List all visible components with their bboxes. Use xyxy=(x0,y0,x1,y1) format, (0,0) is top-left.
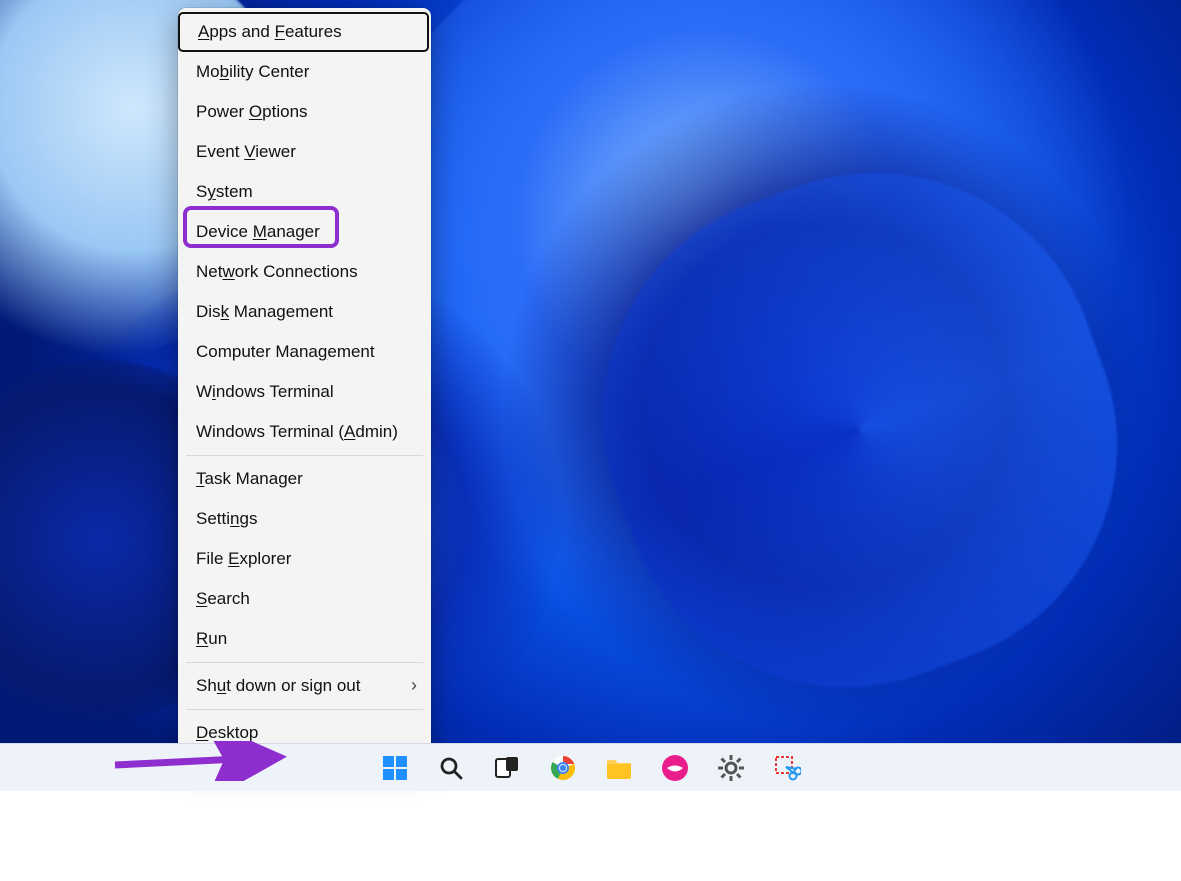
menu-item-apps-and-features[interactable]: Apps and Features xyxy=(178,12,429,52)
menu-separator xyxy=(186,662,423,663)
taskview-icon xyxy=(494,755,520,781)
menu-item-label: Windows Terminal xyxy=(196,382,334,402)
search-button[interactable] xyxy=(434,751,468,785)
menu-separator xyxy=(186,709,423,710)
menu-item-label: Desktop xyxy=(196,723,258,743)
search-icon xyxy=(438,755,464,781)
menu-item-event-viewer[interactable]: Event Viewer xyxy=(178,132,431,172)
folder-icon xyxy=(605,756,633,780)
menu-item-label: Event Viewer xyxy=(196,142,296,162)
menu-item-label: Computer Management xyxy=(196,342,375,362)
settings-app-button[interactable] xyxy=(714,751,748,785)
snip-icon xyxy=(773,754,801,782)
menu-item-label: Windows Terminal (Admin) xyxy=(196,422,398,442)
menu-item-device-manager[interactable]: Device Manager xyxy=(178,212,431,252)
menu-item-task-manager[interactable]: Task Manager xyxy=(178,459,431,499)
menu-item-label: Task Manager xyxy=(196,469,303,489)
task-view-button[interactable] xyxy=(490,751,524,785)
menu-item-label: System xyxy=(196,182,253,202)
menu-item-label: Apps and Features xyxy=(198,22,342,42)
menu-item-label: Network Connections xyxy=(196,262,358,282)
menu-item-search[interactable]: Search xyxy=(178,579,431,619)
chrome-icon xyxy=(549,754,577,782)
menu-item-label: Device Manager xyxy=(196,222,320,242)
winx-context-menu: Apps and Features Mobility Center Power Op… xyxy=(178,8,431,759)
menu-item-label: File Explorer xyxy=(196,549,291,569)
menu-item-label: Disk Management xyxy=(196,302,333,322)
menu-item-file-explorer[interactable]: File Explorer xyxy=(178,539,431,579)
menu-item-mobility-center[interactable]: Mobility Center xyxy=(178,52,431,92)
menu-item-label: Search xyxy=(196,589,250,609)
snipping-tool-button[interactable] xyxy=(770,751,804,785)
menu-item-disk-management[interactable]: Disk Management xyxy=(178,292,431,332)
menu-item-network-connections[interactable]: Network Connections xyxy=(178,252,431,292)
menu-item-shutdown-signout[interactable]: Shut down or sign out xyxy=(178,666,431,706)
menu-separator xyxy=(186,455,423,456)
menu-item-system[interactable]: System xyxy=(178,172,431,212)
menu-item-windows-terminal[interactable]: Windows Terminal xyxy=(178,372,431,412)
lips-icon xyxy=(661,754,689,782)
taskbar xyxy=(0,743,1181,791)
menu-item-run[interactable]: Run xyxy=(178,619,431,659)
menu-item-windows-terminal-admin[interactable]: Windows Terminal (Admin) xyxy=(178,412,431,452)
menu-item-settings[interactable]: Settings xyxy=(178,499,431,539)
menu-item-label: Run xyxy=(196,629,227,649)
lips-app-button[interactable] xyxy=(658,751,692,785)
menu-item-label: Shut down or sign out xyxy=(196,676,360,696)
menu-item-power-options[interactable]: Power Options xyxy=(178,92,431,132)
menu-item-label: Mobility Center xyxy=(196,62,309,82)
chrome-button[interactable] xyxy=(546,751,580,785)
windows-icon xyxy=(381,754,409,782)
gear-icon xyxy=(717,754,745,782)
menu-item-computer-management[interactable]: Computer Management xyxy=(178,332,431,372)
menu-item-label: Settings xyxy=(196,509,257,529)
start-button[interactable] xyxy=(378,751,412,785)
menu-item-label: Power Options xyxy=(196,102,308,122)
file-explorer-button[interactable] xyxy=(602,751,636,785)
